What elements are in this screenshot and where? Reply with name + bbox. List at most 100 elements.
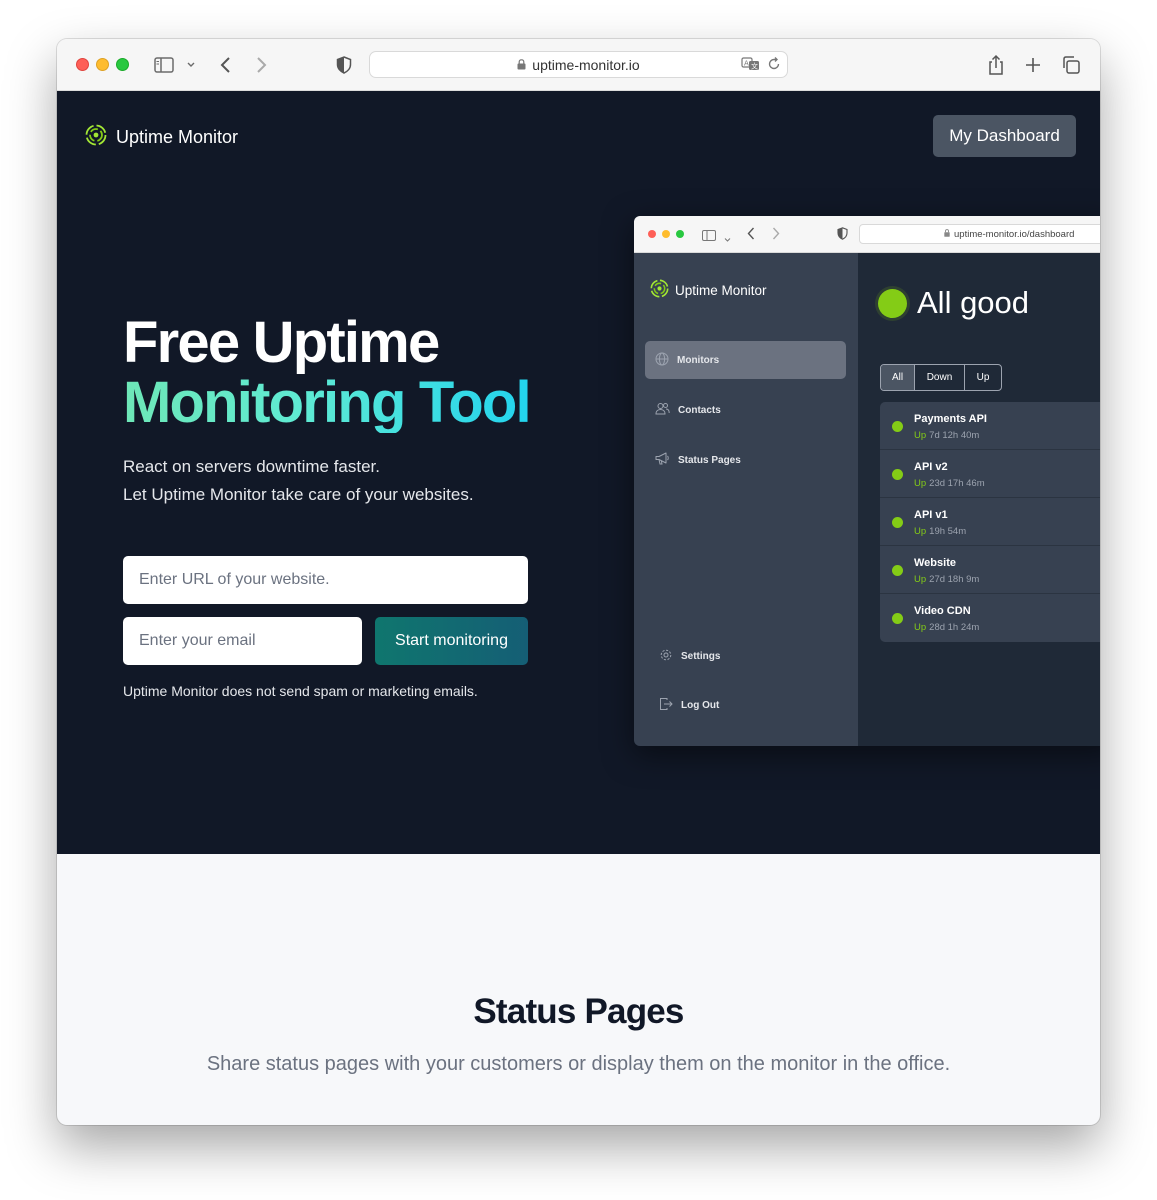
- translate-icon[interactable]: A文: [741, 56, 761, 75]
- monitor-name: API v2: [914, 461, 948, 473]
- preview-shield-icon: [837, 227, 848, 245]
- preview-lock-icon: [944, 228, 950, 240]
- monitor-uptime: 7d 12h 40m: [929, 430, 980, 441]
- email-input[interactable]: [123, 617, 362, 665]
- monitor-status-dot: [892, 421, 903, 432]
- monitor-state: Up: [914, 574, 927, 585]
- preview-nav-label: Settings: [681, 650, 721, 662]
- monitor-meta: Up 27d 18h 9m: [914, 574, 979, 585]
- globe-icon: [655, 352, 669, 369]
- tabs-overview-icon[interactable]: [1061, 54, 1081, 76]
- monitor-name: Payments API: [914, 413, 987, 425]
- monitor-row: API v1 Up 19h 54m: [880, 498, 1100, 546]
- monitor-uptime: 27d 18h 9m: [929, 574, 980, 585]
- preview-nav-status-pages: Status Pages: [645, 441, 846, 479]
- hero-title-line-2: Monitoring Tool: [123, 370, 532, 435]
- monitor-meta: Up 7d 12h 40m: [914, 430, 979, 441]
- site-brand[interactable]: Uptime Monitor: [85, 124, 238, 151]
- start-monitoring-button[interactable]: Start monitoring: [375, 617, 528, 665]
- monitor-row: API v2 Up 23d 17h 46m: [880, 450, 1100, 498]
- preview-nav-monitors: Monitors: [645, 341, 846, 379]
- preview-minimize-dot: [662, 230, 670, 238]
- filter-up: Up: [976, 372, 990, 383]
- monitor-name: Website: [914, 557, 956, 569]
- no-spam-note: Uptime Monitor does not send spam or mar…: [123, 683, 478, 699]
- hero-title: Free Uptime Monitoring Tool: [123, 310, 532, 435]
- preview-main: All good All Down Up Payments API Up 7d 1…: [858, 253, 1100, 746]
- browser-window: uptime-monitor.io A文 Uptime Monitor My D…: [57, 39, 1100, 1125]
- filter-all: All: [881, 365, 915, 390]
- close-window-button[interactable]: [76, 58, 89, 71]
- preview-forward-icon: [772, 227, 780, 245]
- overall-status-text: All good: [917, 285, 1030, 320]
- monitor-state: Up: [914, 430, 927, 441]
- preview-brand-name: Uptime Monitor: [675, 282, 767, 298]
- share-icon[interactable]: [987, 54, 1005, 76]
- hero-subtitle-line-1: React on servers downtime faster.: [123, 457, 381, 476]
- status-pages-subtitle: Share status pages with your customers o…: [206, 1053, 951, 1075]
- monitor-state: Up: [914, 478, 927, 489]
- preview-address-text: uptime-monitor.io/dashboard: [954, 228, 1075, 240]
- preview-nav-contacts: Contacts: [645, 391, 846, 429]
- megaphone-icon: [655, 452, 670, 468]
- status-pages-title: Status Pages: [473, 992, 684, 1031]
- lock-icon: [517, 57, 526, 73]
- monitor-state: Up: [914, 622, 927, 633]
- monitor-uptime: 23d 17h 46m: [929, 478, 985, 489]
- monitor-meta: Up 23d 17h 46m: [914, 478, 985, 489]
- overall-status: All good: [878, 285, 1029, 321]
- preview-logo-icon: [650, 279, 669, 301]
- preview-close-dot: [648, 230, 656, 238]
- gear-icon: [659, 648, 673, 665]
- preview-browser-toolbar: uptime-monitor.io/dashboard: [634, 216, 1100, 253]
- monitor-row: Video CDN Up 28d 1h 24m: [880, 594, 1100, 642]
- monitor-row: Website Up 27d 18h 9m: [880, 546, 1100, 594]
- preview-brand: Uptime Monitor: [650, 279, 767, 301]
- hero-title-line-1: Free Uptime: [123, 310, 440, 375]
- preview-nav-label: Monitors: [677, 354, 720, 366]
- address-text: uptime-monitor.io: [532, 56, 640, 73]
- monitor-state: Up: [914, 526, 927, 537]
- shield-icon[interactable]: [336, 54, 352, 76]
- status-dot: [878, 288, 907, 318]
- monitor-uptime: 19h 54m: [929, 526, 967, 537]
- my-dashboard-button[interactable]: My Dashboard: [933, 115, 1076, 157]
- monitor-meta: Up 19h 54m: [914, 526, 966, 537]
- preview-back-icon: [747, 227, 755, 245]
- sidebar-toggle-icon[interactable]: [154, 54, 174, 76]
- svg-text:文: 文: [751, 62, 758, 71]
- preview-chevron-down-icon: [724, 230, 731, 248]
- monitor-meta: Up 28d 1h 24m: [914, 622, 979, 633]
- hero-subtitle-line-2: Let Uptime Monitor take care of your web…: [123, 485, 474, 504]
- monitor-status-dot: [892, 565, 903, 576]
- address-bar[interactable]: uptime-monitor.io A文: [369, 51, 788, 78]
- chevron-down-icon[interactable]: [186, 54, 196, 76]
- preview-zoom-dot: [676, 230, 684, 238]
- preview-sidebar: Uptime Monitor Monitors Contacts Status …: [634, 253, 858, 746]
- monitor-list: Payments API Up 7d 12h 40m API v2 Up 23d 1…: [880, 402, 1100, 642]
- users-icon: [655, 402, 670, 418]
- website-url-input[interactable]: [123, 556, 528, 604]
- back-icon[interactable]: [219, 54, 233, 76]
- filter-down: Down: [915, 365, 965, 390]
- preview-nav-logout: Log Out: [649, 686, 850, 724]
- monitor-status-dot: [892, 517, 903, 528]
- new-tab-icon[interactable]: [1025, 54, 1041, 76]
- preview-nav-settings: Settings: [649, 637, 850, 675]
- minimize-window-button[interactable]: [96, 58, 109, 71]
- preview-nav-label: Contacts: [678, 404, 721, 416]
- preview-nav-label: Status Pages: [678, 454, 741, 466]
- hero-section: Uptime Monitor My Dashboard Free Uptime …: [57, 91, 1100, 854]
- preview-nav-label: Log Out: [681, 699, 720, 711]
- monitor-name: Video CDN: [914, 605, 971, 617]
- monitor-row: Payments API Up 7d 12h 40m: [880, 402, 1100, 450]
- hero-subtitle: React on servers downtime faster. Let Up…: [123, 453, 474, 509]
- forward-icon[interactable]: [254, 54, 268, 76]
- dashboard-preview: uptime-monitor.io/dashboard Uptime Monit…: [634, 216, 1100, 746]
- preview-address-bar: uptime-monitor.io/dashboard: [859, 224, 1100, 244]
- reload-icon[interactable]: [767, 56, 781, 75]
- monitor-status-dot: [892, 613, 903, 624]
- logout-icon: [659, 697, 673, 714]
- svg-text:A: A: [744, 60, 749, 68]
- zoom-window-button[interactable]: [116, 58, 129, 71]
